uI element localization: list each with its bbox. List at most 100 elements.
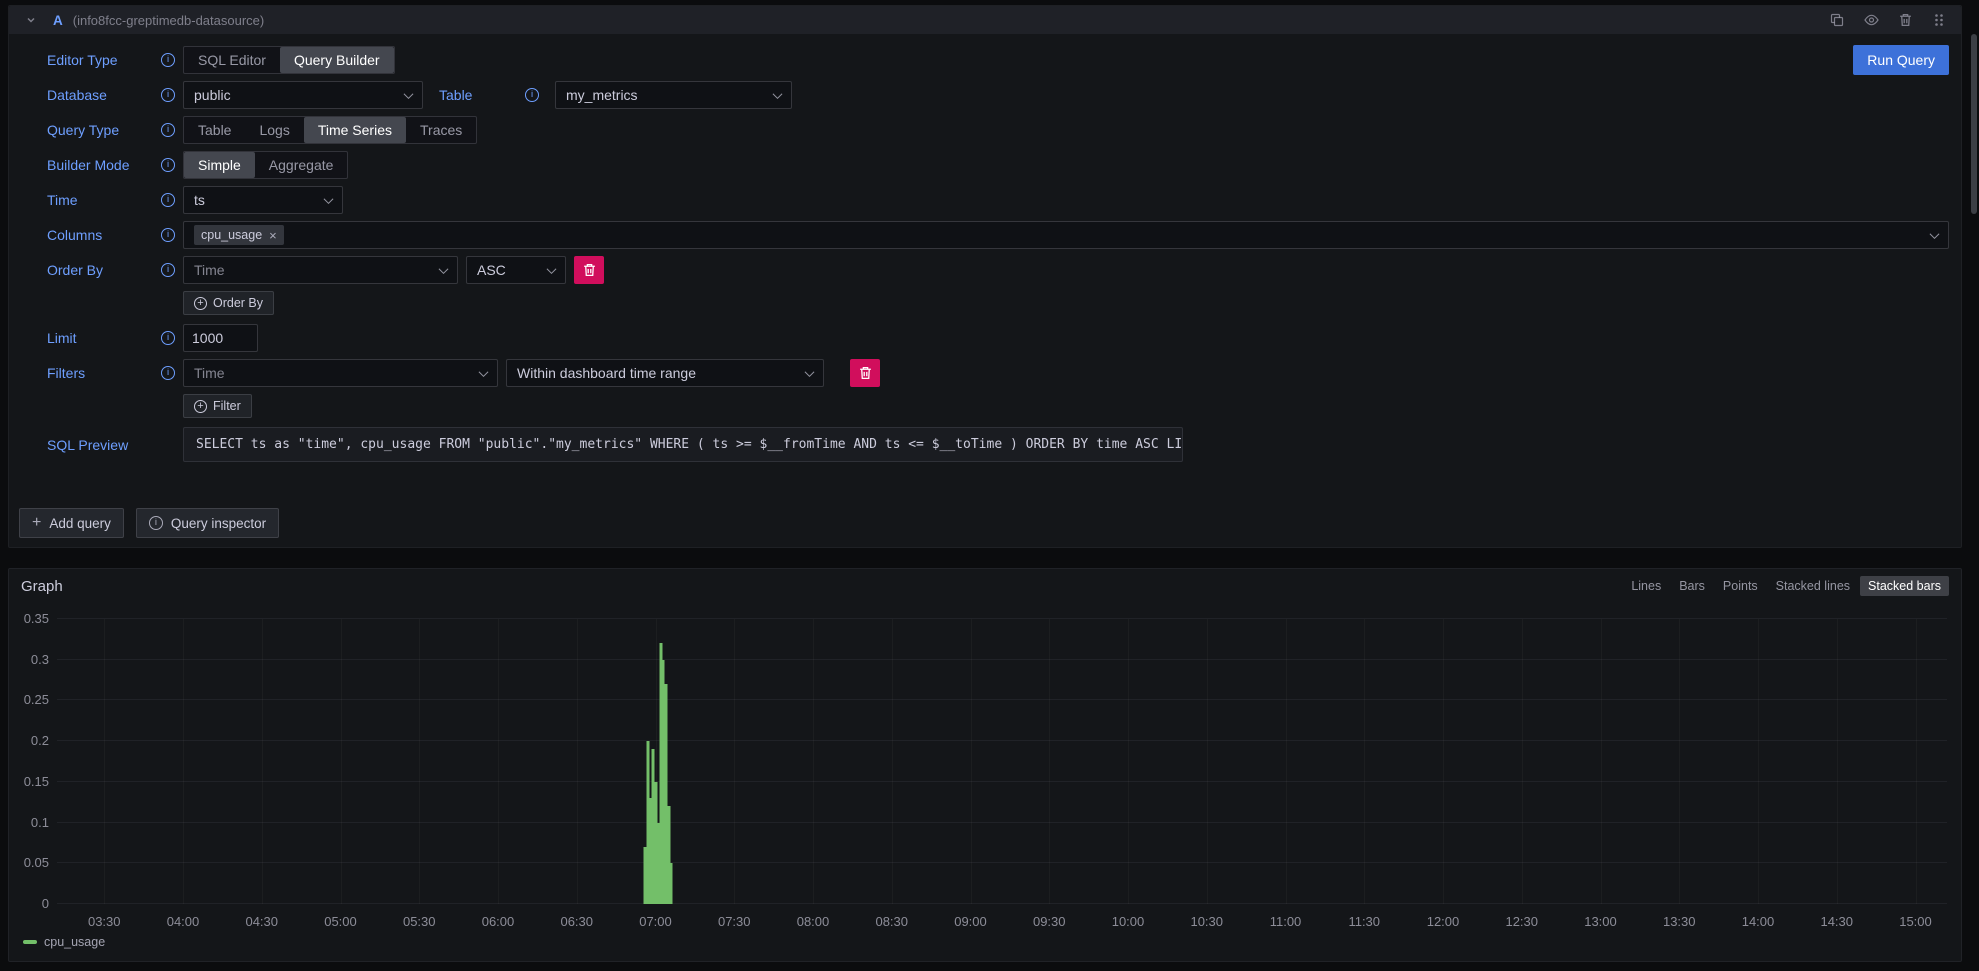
add-query-label: Add query bbox=[49, 516, 111, 531]
query-type-toggle-option-logs[interactable]: Logs bbox=[245, 117, 303, 143]
x-axis-tick-label: 05:30 bbox=[403, 914, 436, 929]
query-inspector-button[interactable]: i Query inspector bbox=[136, 508, 279, 538]
graph-style-toggle-option-lines[interactable]: Lines bbox=[1623, 576, 1669, 596]
collapse-chevron-icon[interactable] bbox=[19, 9, 43, 31]
remove-filter-button[interactable] bbox=[850, 359, 880, 387]
column-tag-label: cpu_usage bbox=[201, 228, 262, 242]
time-select[interactable]: ts bbox=[183, 186, 343, 214]
database-info-icon[interactable]: i bbox=[161, 88, 175, 102]
x-axis-tick-label: 15:00 bbox=[1899, 914, 1932, 929]
limit-input[interactable] bbox=[183, 324, 258, 352]
graph-style-toggle-option-stacked-bars[interactable]: Stacked bars bbox=[1860, 576, 1949, 596]
x-axis-tick-label: 06:00 bbox=[482, 914, 515, 929]
v-gridline bbox=[813, 619, 814, 904]
x-axis-tick-label: 03:30 bbox=[88, 914, 121, 929]
v-gridline bbox=[262, 619, 263, 904]
graph-style-toggle-option-stacked-lines[interactable]: Stacked lines bbox=[1768, 576, 1858, 596]
h-gridline bbox=[57, 822, 1947, 823]
legend-label: cpu_usage bbox=[44, 935, 105, 949]
add-filter-button[interactable]: + Filter bbox=[183, 394, 252, 418]
x-axis-tick-label: 09:30 bbox=[1033, 914, 1066, 929]
editor-type-info-icon[interactable]: i bbox=[161, 53, 175, 67]
chevron-down-icon bbox=[479, 367, 489, 377]
v-gridline bbox=[1601, 619, 1602, 904]
v-gridline bbox=[1286, 619, 1287, 904]
order-by-info-icon[interactable]: i bbox=[161, 263, 175, 277]
chevron-down-icon bbox=[439, 264, 449, 274]
filter-column-select[interactable]: Time bbox=[183, 359, 498, 387]
x-axis-tick-label: 14:30 bbox=[1820, 914, 1853, 929]
editor-type-row: Editor Type i SQL EditorQuery Builder bbox=[47, 46, 1949, 74]
table-info-icon[interactable]: i bbox=[525, 88, 539, 102]
editor-type-toggle-option-query-builder[interactable]: Query Builder bbox=[280, 47, 394, 73]
table-select[interactable]: my_metrics bbox=[555, 81, 792, 109]
table-label: Table i bbox=[439, 87, 539, 103]
x-axis-tick-label: 11:30 bbox=[1348, 914, 1380, 929]
y-axis-tick-label: 0.25 bbox=[7, 692, 49, 707]
query-editor-panel: A (info8fcc-greptimedb-datasource) Run Q… bbox=[8, 5, 1962, 548]
scrollbar-thumb[interactable] bbox=[1971, 34, 1977, 214]
time-label: Time i bbox=[47, 192, 175, 208]
v-gridline bbox=[971, 619, 972, 904]
column-tag[interactable]: cpu_usage × bbox=[194, 225, 284, 245]
query-type-toggle-option-time-series[interactable]: Time Series bbox=[304, 117, 406, 143]
hide-query-eye-icon[interactable] bbox=[1859, 9, 1883, 31]
chevron-down-icon bbox=[547, 264, 557, 274]
database-select[interactable]: public bbox=[183, 81, 423, 109]
editor-type-toggle-option-sql-editor[interactable]: SQL Editor bbox=[184, 47, 280, 73]
run-query-button[interactable]: Run Query bbox=[1853, 45, 1949, 75]
columns-row: Columns i cpu_usage × bbox=[47, 221, 1949, 249]
order-by-column-value: Time bbox=[194, 262, 225, 278]
builder-mode-toggle-option-simple[interactable]: Simple bbox=[184, 152, 255, 178]
chevron-down-icon bbox=[404, 89, 414, 99]
query-row-header[interactable]: A (info8fcc-greptimedb-datasource) bbox=[9, 6, 1961, 34]
legend-swatch bbox=[23, 940, 37, 944]
graph-style-toggle-option-bars[interactable]: Bars bbox=[1671, 576, 1713, 596]
order-by-direction-value: ASC bbox=[477, 262, 506, 278]
x-axis-tick-label: 06:30 bbox=[560, 914, 593, 929]
sql-preview-label: SQL Preview bbox=[47, 437, 175, 453]
order-by-column-select[interactable]: Time bbox=[183, 256, 458, 284]
builder-mode-info-icon[interactable]: i bbox=[161, 158, 175, 172]
columns-info-icon[interactable]: i bbox=[161, 228, 175, 242]
legend-item-cpu-usage[interactable]: cpu_usage bbox=[23, 935, 105, 949]
query-type-label-text: Query Type bbox=[47, 122, 119, 138]
duplicate-query-icon[interactable] bbox=[1825, 9, 1849, 31]
filter-condition-select[interactable]: Within dashboard time range bbox=[506, 359, 824, 387]
drag-handle-icon[interactable] bbox=[1927, 9, 1951, 31]
plus-circle-icon: + bbox=[194, 297, 207, 310]
database-label: Database i bbox=[47, 87, 175, 103]
editor-type-label-text: Editor Type bbox=[47, 52, 118, 68]
order-by-direction-select[interactable]: ASC bbox=[466, 256, 566, 284]
sql-preview-box: SELECT ts as "time", cpu_usage FROM "pub… bbox=[183, 427, 1183, 462]
x-axis-tick-label: 10:30 bbox=[1190, 914, 1223, 929]
delete-query-trash-icon[interactable] bbox=[1893, 9, 1917, 31]
query-type-toggle: TableLogsTime SeriesTraces bbox=[183, 116, 477, 144]
graph-style-toggle-option-points[interactable]: Points bbox=[1715, 576, 1766, 596]
builder-mode-toggle-option-aggregate[interactable]: Aggregate bbox=[255, 152, 348, 178]
x-axis-tick-label: 07:30 bbox=[718, 914, 751, 929]
v-gridline bbox=[734, 619, 735, 904]
x-axis-tick-label: 10:00 bbox=[1112, 914, 1145, 929]
filters-info-icon[interactable]: i bbox=[161, 366, 175, 380]
filter-column-value: Time bbox=[194, 365, 225, 381]
order-by-label: Order By i bbox=[47, 262, 175, 278]
v-gridline bbox=[1522, 619, 1523, 904]
remove-column-icon[interactable]: × bbox=[269, 229, 277, 242]
add-query-button[interactable]: + Add query bbox=[19, 508, 124, 538]
columns-multiselect[interactable]: cpu_usage × bbox=[183, 221, 1949, 249]
add-order-by-button[interactable]: + Order By bbox=[183, 291, 274, 315]
v-gridline bbox=[341, 619, 342, 904]
query-type-toggle-option-table[interactable]: Table bbox=[184, 117, 245, 143]
x-axis-tick-label: 04:30 bbox=[245, 914, 278, 929]
filters-label: Filters i bbox=[47, 365, 175, 381]
x-axis-tick-label: 12:00 bbox=[1427, 914, 1460, 929]
query-type-info-icon[interactable]: i bbox=[161, 123, 175, 137]
query-type-toggle-option-traces[interactable]: Traces bbox=[406, 117, 476, 143]
time-info-icon[interactable]: i bbox=[161, 193, 175, 207]
remove-order-by-button[interactable] bbox=[574, 256, 604, 284]
plot-area[interactable]: 03:3004:0004:3005:0005:3006:0006:3007:00… bbox=[57, 619, 1947, 904]
x-axis-tick-label: 13:30 bbox=[1663, 914, 1696, 929]
limit-info-icon[interactable]: i bbox=[161, 331, 175, 345]
y-axis-tick-label: 0.15 bbox=[7, 774, 49, 789]
